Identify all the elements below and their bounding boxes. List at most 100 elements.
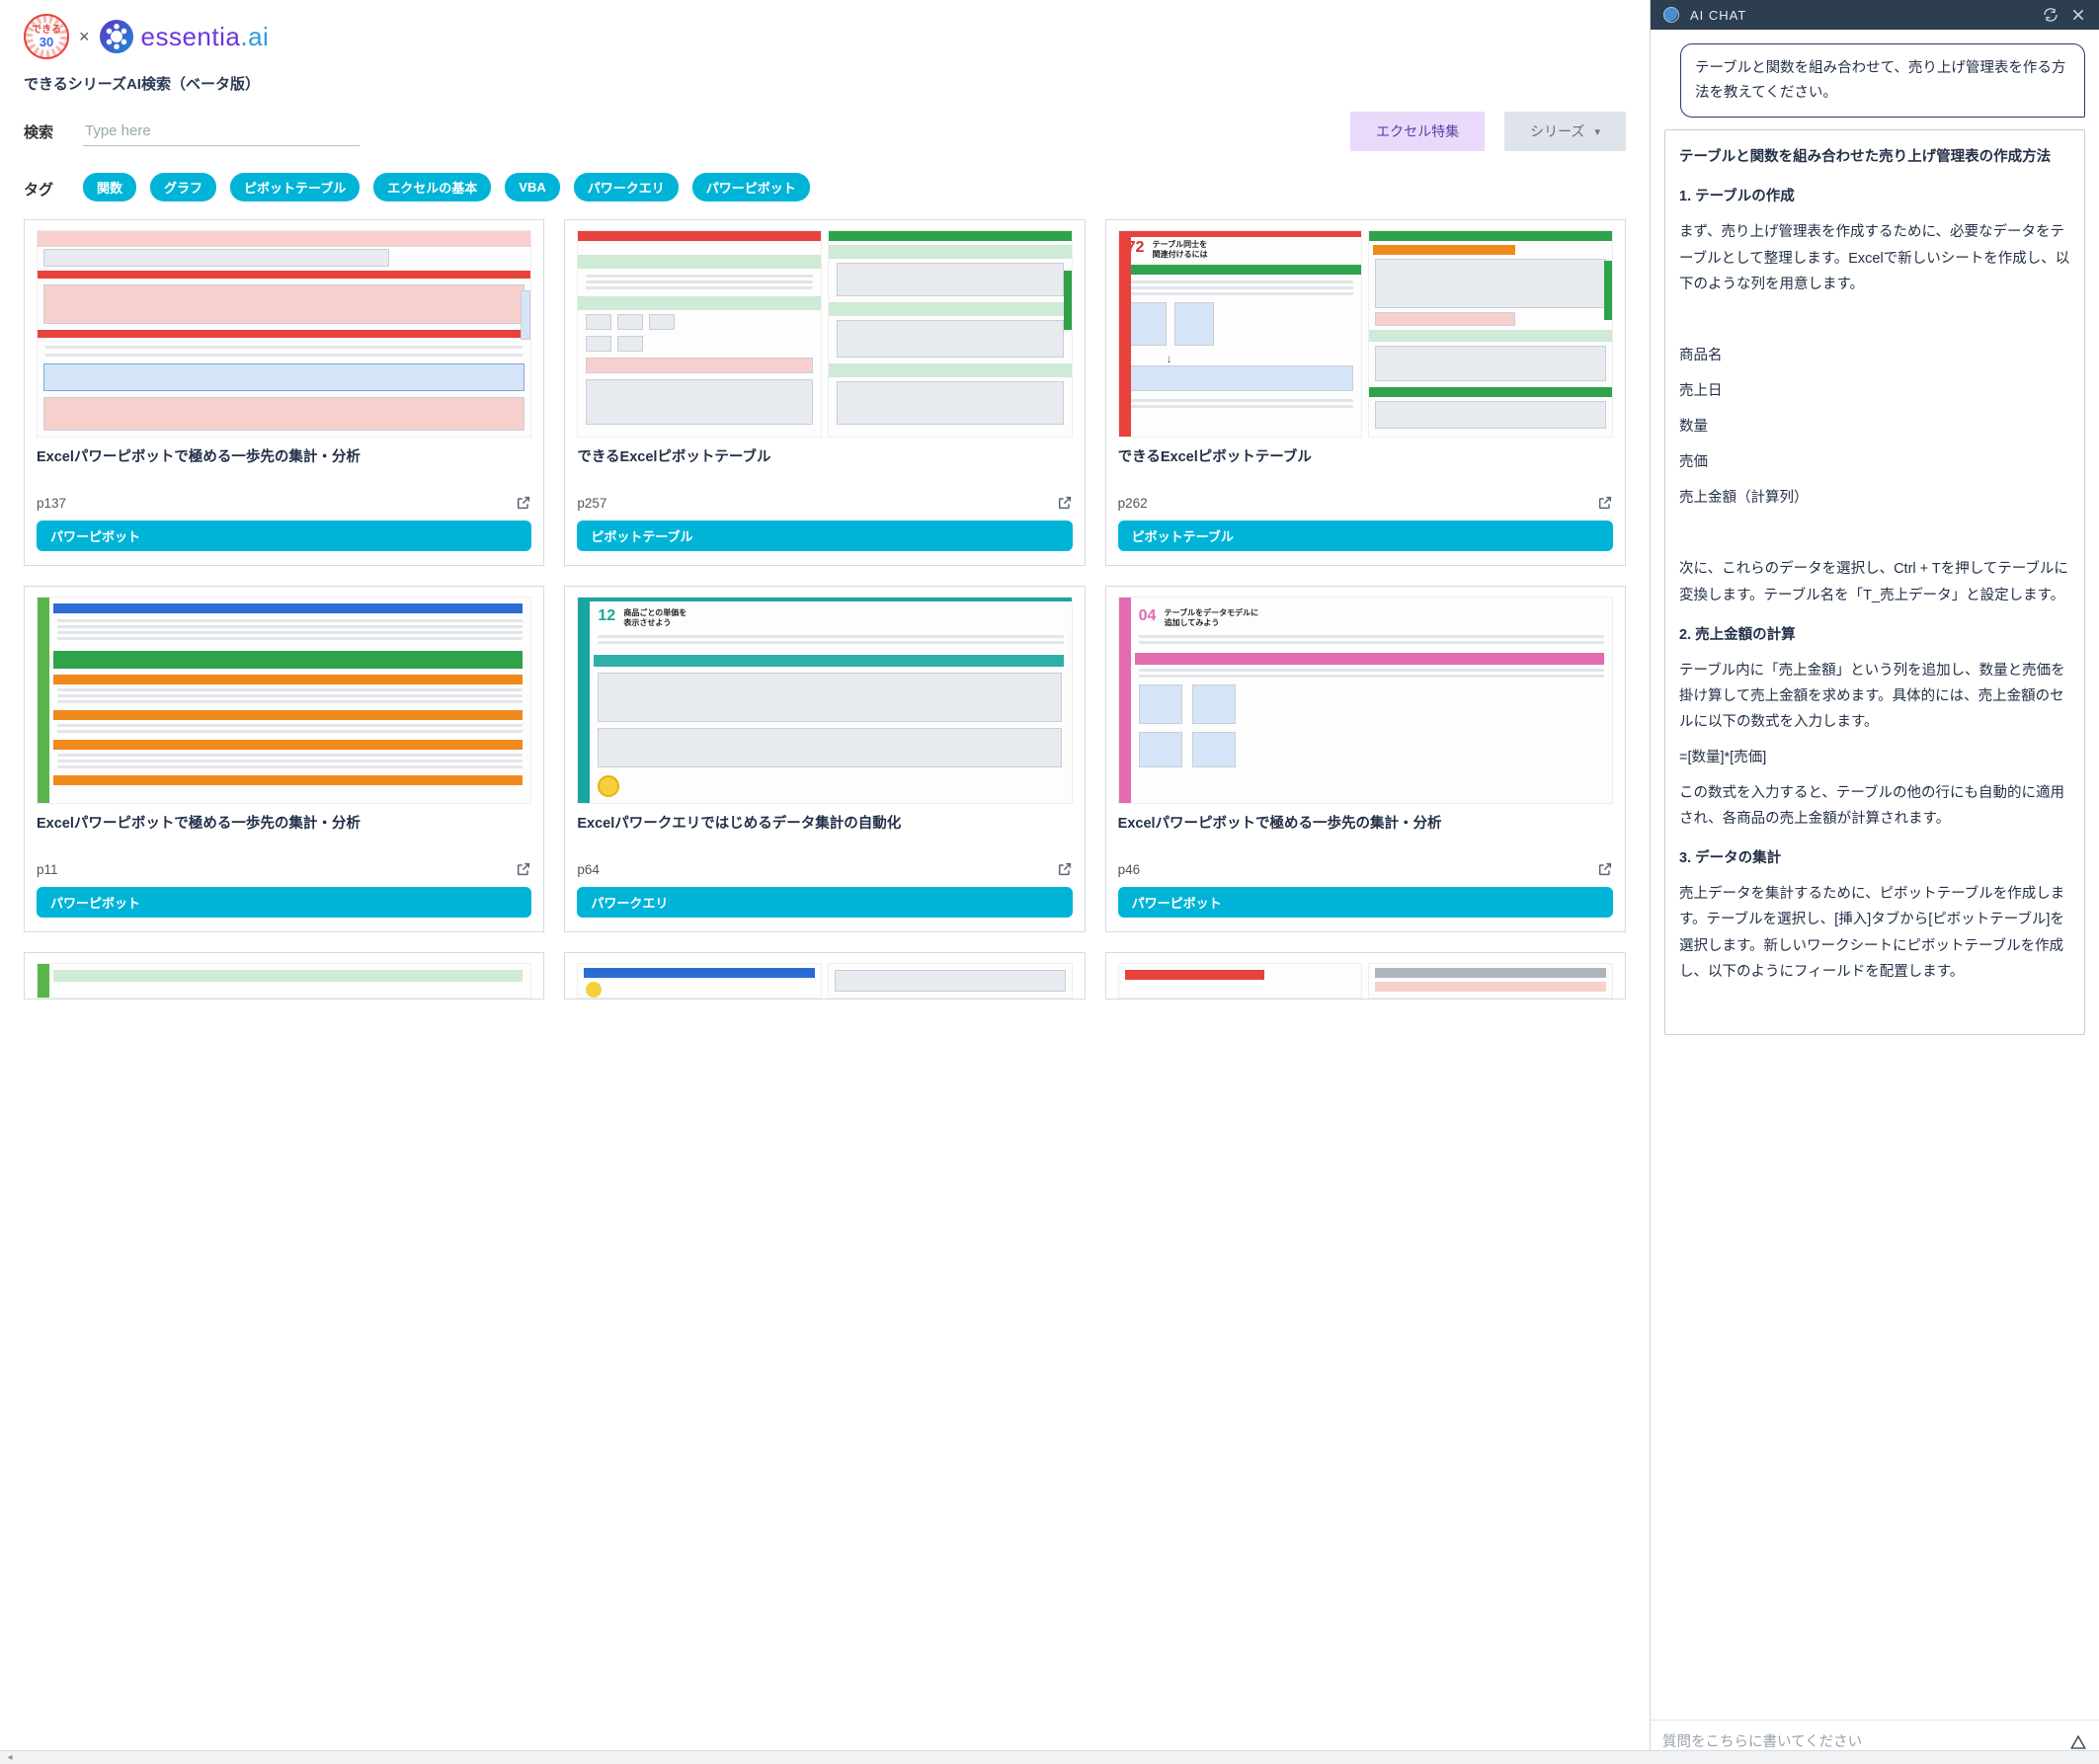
tags-row: タグ 関数 グラフ ピボットテーブル エクセルの基本 VBA パワークエリ パワ… — [24, 173, 1626, 201]
search-input[interactable] — [83, 117, 360, 146]
tag-pill[interactable]: 関数 — [83, 173, 136, 201]
badge-text: できる — [32, 26, 61, 36]
result-card[interactable]: 72 テーブル同士を 関連付けるには ↓ — [1105, 219, 1626, 566]
result-tag: パワーピボット — [37, 887, 531, 918]
result-thumbnail — [577, 963, 1072, 999]
result-thumbnail: 12 商品ごとの単価を 表示させよう — [577, 597, 1072, 804]
ai-paragraph: テーブル内に「売上金額」という列を追加し、数量と売価を掛け算して売上金額を求めま… — [1679, 658, 2070, 735]
result-page: p137 — [37, 496, 66, 511]
chat-title: AI CHAT — [1690, 8, 2032, 23]
result-card[interactable]: Excelパワーピボットで極める一歩先の集計・分析 p11 パワーピボット — [24, 586, 544, 932]
badge-number: 30 — [40, 36, 53, 48]
essentia-mark-icon — [100, 20, 133, 53]
scroll-left-icon[interactable]: ◂ — [4, 1752, 16, 1763]
ai-heading: 3. データの集計 — [1679, 845, 2070, 871]
globe-icon — [1662, 6, 1680, 24]
ai-column-item: 売価 — [1679, 449, 2070, 475]
external-link-icon — [1597, 861, 1613, 877]
result-tag: パワークエリ — [577, 887, 1072, 918]
tag-pill[interactable]: VBA — [505, 173, 559, 201]
result-page: p46 — [1118, 862, 1141, 877]
result-card[interactable] — [1105, 952, 1626, 1000]
search-label: 検索 — [24, 121, 63, 142]
chevron-down-icon: ▾ — [1594, 125, 1600, 138]
send-icon[interactable] — [2069, 1733, 2087, 1751]
result-title: Excelパワーピボットで極める一歩先の集計・分析 — [37, 814, 531, 853]
topic-filter-label: エクセル特集 — [1376, 121, 1459, 141]
ai-column-item: 売上金額（計算列） — [1679, 485, 2070, 511]
result-tag: ピボットテーブル — [1118, 521, 1613, 551]
thumb-lesson-title: 関連付けるには — [1153, 249, 1208, 260]
ai-heading: 2. 売上金額の計算 — [1679, 622, 2070, 648]
chat-body[interactable]: テーブルと関数を組み合わせて、売り上げ管理表を作る方法を教えてください。 テーブ… — [1651, 30, 2099, 1720]
chat-user-message: テーブルと関数を組み合わせて、売り上げ管理表を作る方法を教えてください。 — [1680, 43, 2085, 118]
series-dropdown-button[interactable]: シリーズ ▾ — [1504, 112, 1626, 151]
result-thumbnail — [1118, 963, 1613, 999]
brand-logos: できる 30 × essentia.ai — [24, 10, 1626, 65]
ai-paragraph: この数式を入力すると、テーブルの他の行にも自動的に適用され、各商品の売上金額が計… — [1679, 780, 2070, 832]
horizontal-scrollbar[interactable]: ◂ — [0, 1750, 2099, 1764]
tag-pill[interactable]: ピボットテーブル — [230, 173, 360, 201]
search-row: 検索 エクセル特集 シリーズ ▾ — [24, 112, 1626, 151]
essentia-logo: essentia.ai — [100, 20, 270, 53]
ai-chat-panel: AI CHAT テーブルと関数を組み合わせて、売り上げ管理表を作る方法を教えてく… — [1650, 0, 2099, 1764]
ai-heading: 1. テーブルの作成 — [1679, 184, 2070, 209]
result-thumbnail — [577, 230, 1072, 438]
result-card[interactable]: Excelパワーピボットで極める一歩先の集計・分析 p137 パワーピボット — [24, 219, 544, 566]
refresh-icon[interactable] — [2042, 6, 2059, 24]
result-card[interactable] — [564, 952, 1085, 1000]
ai-column-item: 数量 — [1679, 414, 2070, 440]
result-thumbnail: 72 テーブル同士を 関連付けるには ↓ — [1118, 230, 1613, 438]
external-link-icon — [1057, 495, 1073, 511]
thumb-lesson-title: 追加してみよう — [1165, 617, 1220, 628]
result-title: Excelパワーピボットで極める一歩先の集計・分析 — [1118, 814, 1613, 853]
thumb-lesson-number: 04 — [1139, 607, 1157, 625]
series-dropdown-label: シリーズ — [1530, 121, 1584, 141]
search-pane: できる 30 × essentia.ai できるシリーズAI検索（ベータ版） 検… — [0, 0, 1650, 1764]
tag-pill[interactable]: エクセルの基本 — [373, 173, 491, 201]
tag-pill[interactable]: パワーピボット — [692, 173, 810, 201]
results-grid: Excelパワーピボットで極める一歩先の集計・分析 p137 パワーピボット — [24, 219, 1626, 1000]
result-card[interactable]: できるExcelピボットテーブル p257 ピボットテーブル — [564, 219, 1085, 566]
result-card[interactable]: 04 テーブルをデータモデルに 追加してみよう Excelパワーピボットで極める… — [1105, 586, 1626, 932]
tags-label: タグ — [24, 173, 63, 200]
ai-heading: テーブルと関数を組み合わせた売り上げ管理表の作成方法 — [1679, 144, 2070, 170]
thumb-lesson-number: 12 — [598, 607, 615, 625]
result-title: できるExcelピボットテーブル — [577, 447, 1072, 487]
result-page: p262 — [1118, 496, 1148, 511]
external-link-icon — [1597, 495, 1613, 511]
ai-paragraph: 売上データを集計するために、ピボットテーブルを作成します。テーブルを選択し、[挿… — [1679, 881, 2070, 984]
ai-paragraph: 次に、これらのデータを選択し、Ctrl + Tを押してテーブルに変換します。テー… — [1679, 556, 2070, 607]
chat-header: AI CHAT — [1651, 0, 2099, 30]
brand-word-a: essentia — [141, 22, 241, 51]
page-title: できるシリーズAI検索（ベータ版） — [24, 73, 1626, 94]
dekiru-badge: できる 30 — [24, 14, 69, 59]
tag-pill[interactable]: パワークエリ — [574, 173, 679, 201]
result-thumbnail — [37, 597, 531, 804]
result-page: p64 — [577, 862, 600, 877]
brand-cross: × — [79, 27, 90, 47]
external-link-icon — [1057, 861, 1073, 877]
ai-paragraph: まず、売り上げ管理表を作成するために、必要なデータをテーブルとして整理します。E… — [1679, 219, 2070, 296]
chat-ai-message: テーブルと関数を組み合わせた売り上げ管理表の作成方法 1. テーブルの作成 まず… — [1664, 129, 2085, 1034]
result-thumbnail — [37, 230, 531, 438]
result-thumbnail: 04 テーブルをデータモデルに 追加してみよう — [1118, 597, 1613, 804]
result-page: p257 — [577, 496, 606, 511]
ai-formula: =[数量]*[売価] — [1679, 745, 2070, 770]
close-icon[interactable] — [2069, 6, 2087, 24]
result-tag: パワーピボット — [37, 521, 531, 551]
ai-column-item: 売上日 — [1679, 378, 2070, 404]
topic-filter-button[interactable]: エクセル特集 — [1350, 112, 1485, 151]
ai-column-item: 商品名 — [1679, 343, 2070, 368]
result-card[interactable]: 12 商品ごとの単価を 表示させよう Excelパワークエリではじめるデータ集計… — [564, 586, 1085, 932]
external-link-icon — [516, 861, 531, 877]
result-tag: パワーピボット — [1118, 887, 1613, 918]
result-title: できるExcelピボットテーブル — [1118, 447, 1613, 487]
result-tag: ピボットテーブル — [577, 521, 1072, 551]
result-thumbnail — [37, 963, 531, 999]
thumb-lesson-title: 表示させよう — [623, 617, 671, 628]
tag-pill-list: 関数 グラフ ピボットテーブル エクセルの基本 VBA パワークエリ パワーピボ… — [83, 173, 810, 201]
brand-word-b: .ai — [240, 22, 269, 51]
tag-pill[interactable]: グラフ — [150, 173, 216, 201]
result-card[interactable] — [24, 952, 544, 1000]
